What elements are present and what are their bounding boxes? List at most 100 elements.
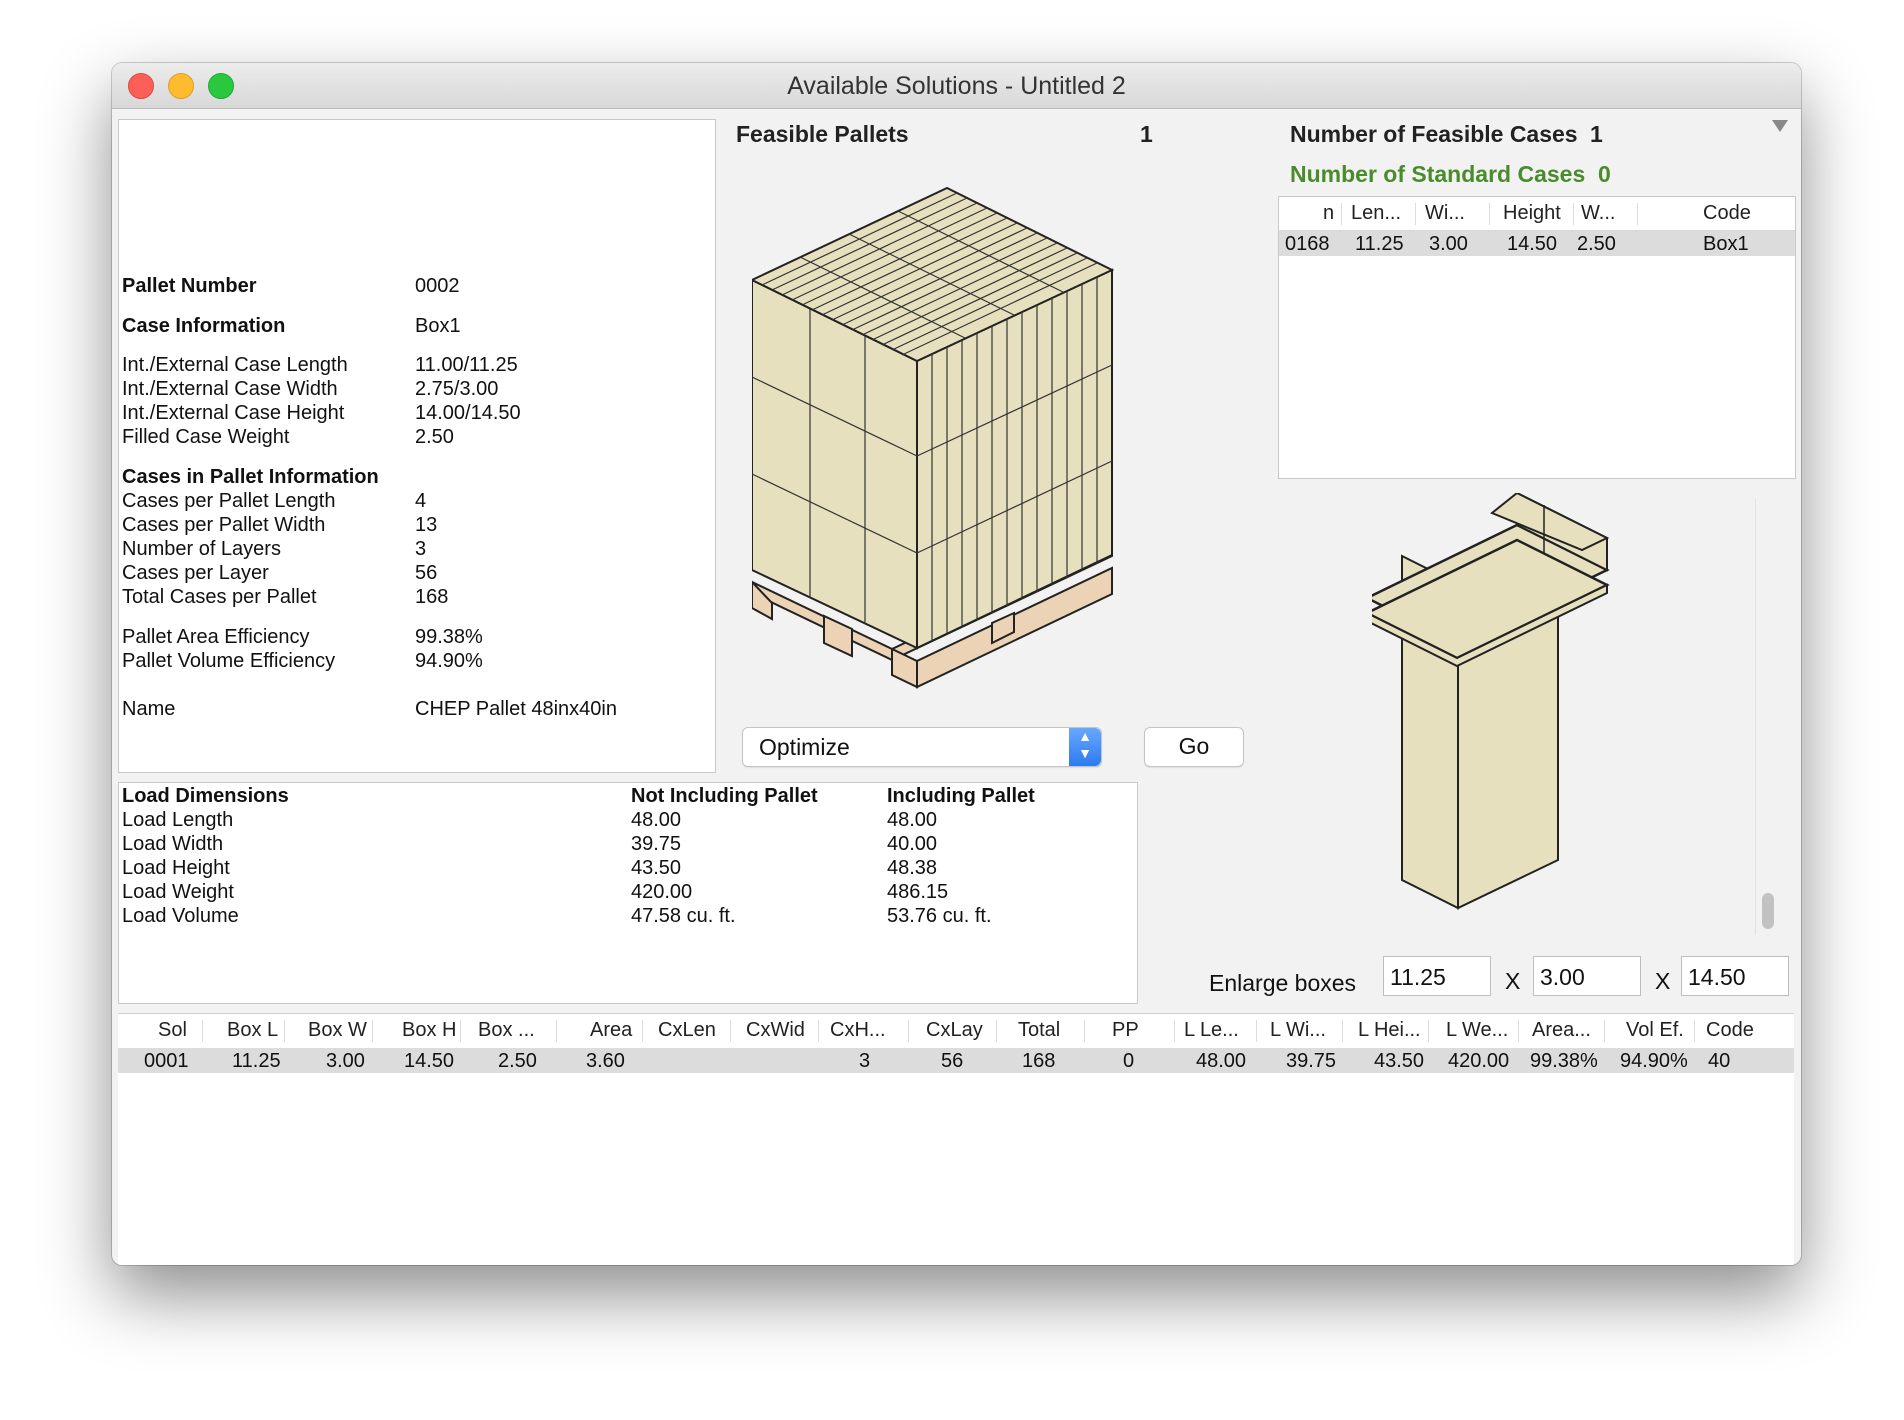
column-divider <box>556 1020 557 1042</box>
column-header[interactable]: Area <box>590 1019 632 1042</box>
case-3d-view <box>1372 493 1610 910</box>
column-header[interactable]: n <box>1323 202 1334 225</box>
per-width-value: 13 <box>415 514 438 536</box>
pallet-base <box>823 614 853 658</box>
feasible-cases-table: n Len... Wi... Height W... Code 0168 11.… <box>1278 196 1796 479</box>
table-header: n Len... Wi... Height W... Code <box>1279 197 1795 231</box>
preview-scrollbar[interactable] <box>1755 499 1780 935</box>
solutions-table: Sol Box L Box W Box H Box ... Area CxLen… <box>118 1013 1794 1265</box>
load-value: 53.76 cu. ft. <box>887 905 992 927</box>
column-header[interactable]: Box L <box>227 1019 278 1042</box>
column-header[interactable]: Box W <box>308 1019 367 1042</box>
column-header[interactable]: Height <box>1503 202 1561 225</box>
column-header[interactable]: Code <box>1703 202 1751 225</box>
column-divider <box>1256 1020 1257 1042</box>
column-divider <box>818 1020 819 1042</box>
column-header[interactable]: CxLen <box>658 1019 716 1042</box>
column-divider <box>460 1020 461 1042</box>
case-weight-label: Filled Case Weight <box>122 426 290 448</box>
column-header[interactable]: L Wi... <box>1270 1019 1326 1042</box>
cell: 48.00 <box>1196 1050 1247 1072</box>
cell: 94.90% <box>1620 1050 1688 1072</box>
load-value: 48.00 <box>887 809 938 831</box>
case-width-value: 2.75/3.00 <box>415 378 499 400</box>
cell: 3.60 <box>586 1050 625 1072</box>
cell: 168 <box>1022 1050 1056 1072</box>
cell: 3 <box>859 1050 871 1072</box>
load-dimensions-panel: Load Dimensions Load Length Load Width L… <box>118 782 1138 1004</box>
column-header[interactable]: Box H <box>402 1019 456 1042</box>
go-button[interactable]: Go <box>1144 727 1244 767</box>
x-separator: X <box>1655 968 1671 994</box>
column-header[interactable]: Vol Ef. <box>1626 1019 1684 1042</box>
layers-label: Number of Layers <box>122 538 281 560</box>
column-divider <box>1428 1020 1429 1042</box>
case-info-value: Box1 <box>415 315 461 337</box>
column-divider <box>730 1020 731 1042</box>
column-divider <box>284 1020 285 1042</box>
scrollbar-thumb[interactable] <box>1762 893 1774 929</box>
column-header[interactable]: Sol <box>158 1019 187 1042</box>
standard-cases-label: Number of Standard Cases <box>1290 161 1586 187</box>
column-header[interactable]: Wi... <box>1425 202 1465 225</box>
cell: 14.50 <box>1507 233 1558 255</box>
load-weight-label: Load Weight <box>122 881 234 903</box>
case-width-label: Int./External Case Width <box>122 378 338 400</box>
column-header[interactable]: Code <box>1706 1019 1754 1042</box>
cell: 39.75 <box>1286 1050 1337 1072</box>
title-bar: Available Solutions - Untitled 2 <box>112 63 1801 109</box>
area-eff-value: 99.38% <box>415 626 483 648</box>
per-length-value: 4 <box>415 490 427 512</box>
disclosure-triangle-icon[interactable] <box>1772 120 1788 132</box>
table-row[interactable]: 0001 11.25 3.00 14.50 2.50 3.60 3 56 168… <box>118 1048 1794 1073</box>
optimize-popup[interactable]: Optimize ▲ ▼ <box>742 727 1102 767</box>
pallet-base <box>891 647 918 689</box>
column-header[interactable]: Box ... <box>478 1019 535 1042</box>
load-width-label: Load Width <box>122 833 224 855</box>
enlarge-length-field[interactable]: 11.25 <box>1383 956 1491 996</box>
standard-cases-count: 0 <box>1598 161 1611 187</box>
cell: 420.00 <box>1448 1050 1510 1072</box>
column-header[interactable]: W... <box>1581 202 1615 225</box>
cases-in-pallet-label: Cases in Pallet Information <box>122 466 379 488</box>
case-height-label: Int./External Case Height <box>122 402 345 424</box>
popup-chevron-icon: ▲ ▼ <box>1069 728 1101 766</box>
column-header[interactable]: Len... <box>1351 202 1401 225</box>
cell: 14.50 <box>404 1050 455 1072</box>
cell: 3.00 <box>1429 233 1468 255</box>
column-divider <box>1174 1020 1175 1042</box>
column-header[interactable]: Total <box>1018 1019 1060 1042</box>
enlarge-width-field[interactable]: 3.00 <box>1533 956 1641 996</box>
column-header[interactable]: CxH... <box>830 1019 886 1042</box>
enlarge-height-field[interactable]: 14.50 <box>1681 956 1789 996</box>
including-pallet-column: Including Pallet 48.00 40.00 48.38 486.1… <box>887 784 1035 928</box>
including-pallet-header: Including Pallet <box>887 785 1035 807</box>
load-value: 47.58 cu. ft. <box>631 905 736 927</box>
column-header[interactable]: PP <box>1112 1019 1139 1042</box>
case-height-value: 14.00/14.50 <box>415 402 521 424</box>
feasible-pallets-label: Feasible Pallets <box>736 121 909 147</box>
cell: 11.25 <box>232 1050 281 1072</box>
column-header[interactable]: CxWid <box>746 1019 805 1042</box>
cell: 40 <box>1708 1050 1731 1072</box>
column-header[interactable]: CxLay <box>926 1019 983 1042</box>
table-row[interactable]: 0168 11.25 3.00 14.50 2.50 Box1 <box>1279 231 1795 256</box>
solutions-window: Available Solutions - Untitled 2 Pallet … <box>112 63 1801 1265</box>
case-weight-value: 2.50 <box>415 426 454 448</box>
column-divider <box>1637 203 1638 225</box>
column-divider <box>1415 203 1416 225</box>
column-header[interactable]: Area... <box>1532 1019 1591 1042</box>
cell: 0001 <box>144 1050 189 1072</box>
feasible-pallets-count: 1 <box>1140 121 1153 147</box>
column-header[interactable]: L Le... <box>1184 1019 1239 1042</box>
column-header[interactable]: L Hei... <box>1358 1019 1421 1042</box>
column-divider <box>1084 1020 1085 1042</box>
enlarge-boxes-label: Enlarge boxes <box>1209 970 1357 996</box>
not-including-pallet-column: Not Including Pallet 48.00 39.75 43.50 4… <box>631 784 818 928</box>
column-header[interactable]: L We... <box>1446 1019 1508 1042</box>
cell: 56 <box>941 1050 964 1072</box>
per-width-label: Cases per Pallet Width <box>122 514 326 536</box>
load-length-label: Load Length <box>122 809 234 831</box>
feasible-cases-count: 1 <box>1590 121 1603 147</box>
pallet-name-value: CHEP Pallet 48inx40in <box>415 698 617 720</box>
